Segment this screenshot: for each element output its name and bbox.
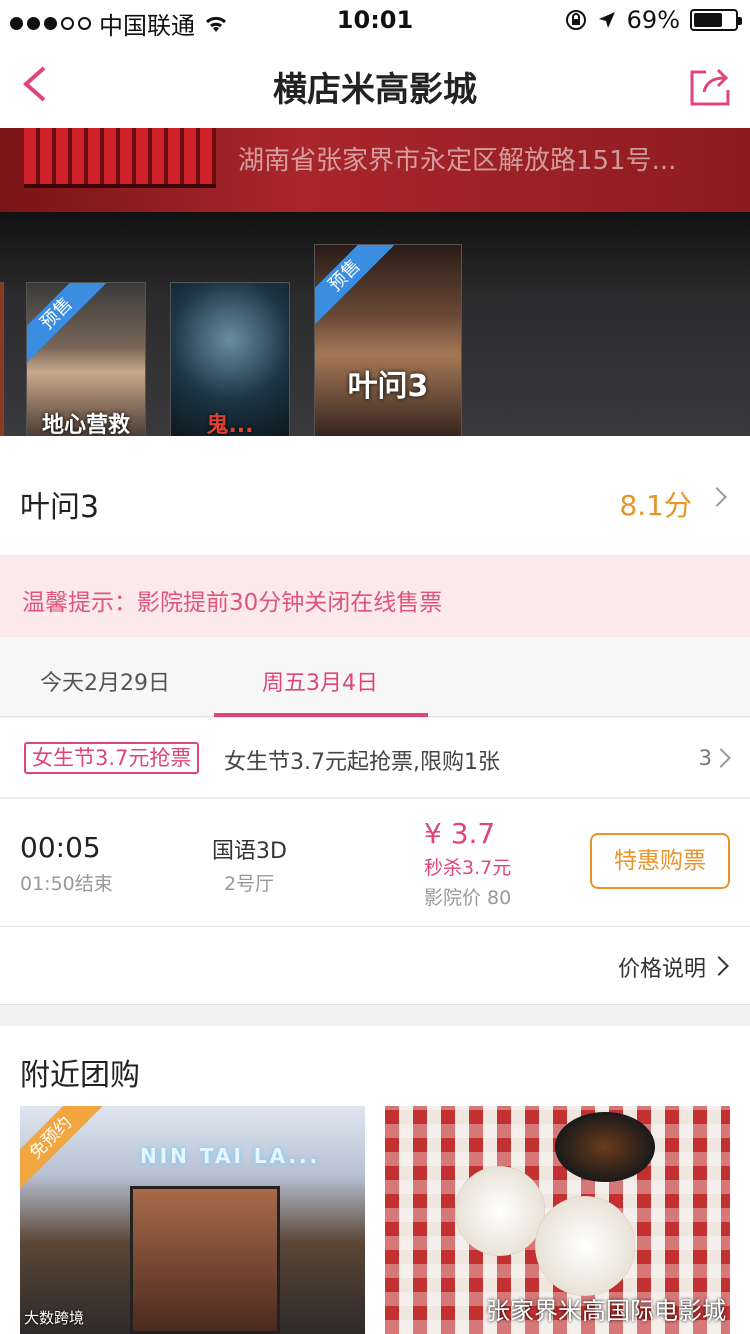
poster-strip[interactable]: 预售 地心营救 鬼... 预售 叶问3 [0, 212, 750, 436]
poster-title: 地心营救 [41, 413, 130, 436]
date-tabs: 今天2月29日 周五3月4日 [0, 637, 750, 717]
location-arrow-icon [598, 12, 615, 28]
movie-name: 叶问3 [20, 490, 100, 525]
active-tab-indicator [214, 713, 428, 717]
showtime-row[interactable]: 00:05 01:50结束 国语3D 2号厅 ¥ 3.7 秒杀3.7元 影院价 … [0, 799, 750, 927]
nearby-deals-section: 附近团购 NIN TAI LA... 免预约 大数跨境 张家界米高国际电影城 [0, 1026, 750, 1334]
price-explain-row[interactable]: 价格说明 [0, 927, 750, 1005]
poster-edge[interactable] [0, 282, 4, 436]
buy-ticket-button[interactable]: 特惠购票 [590, 833, 730, 889]
movie-score: 8.1分 [619, 489, 692, 522]
presale-ribbon: 预售 [27, 283, 109, 366]
notice-text: 温馨提示：影院提前30分钟关闭在线售票 [22, 590, 443, 616]
chevron-right-icon [707, 487, 727, 507]
poster-title: 鬼... [206, 413, 254, 436]
poster-item[interactable]: 鬼... [170, 282, 290, 436]
poster-title: 叶问3 [347, 369, 429, 404]
showtime-language: 国语3D [212, 839, 287, 864]
battery-icon [690, 9, 742, 31]
status-right: 69% [565, 6, 742, 34]
rotation-lock-icon [565, 10, 586, 30]
poster-item-selected[interactable]: 预售 叶问3 [314, 244, 462, 436]
no-reservation-badge: 免预约 [20, 1106, 107, 1194]
tab-today[interactable]: 今天2月29日 [40, 665, 170, 697]
promo-row[interactable]: 女生节3.7元抢票 女生节3.7元起抢票,限购1张 3 [0, 718, 750, 798]
cinema-address: 湖南省张家界市永定区解放路151号... [238, 146, 677, 176]
promo-count: 3 [698, 746, 712, 770]
movie-info-row[interactable]: 叶问3 8.1分 [0, 436, 750, 556]
showtime-start: 00:05 [20, 831, 101, 864]
shop-sign: NIN TAI LA... [140, 1144, 321, 1168]
chevron-right-icon [711, 748, 731, 768]
promo-description: 女生节3.7元起抢票,限购1张 [224, 750, 500, 775]
plate-image [455, 1166, 545, 1256]
price-explain-label: 价格说明 [617, 957, 706, 982]
page-title: 横店米高影城 [273, 70, 477, 110]
watermark: 张家界米高国际电影城 [486, 1297, 726, 1325]
battery-percent: 69% [626, 6, 680, 34]
cinema-photo [24, 128, 216, 188]
flash-sale-label: 秒杀3.7元 [424, 857, 512, 879]
hotpot-image [555, 1112, 655, 1182]
chevron-right-icon [709, 956, 729, 976]
section-title: 附近团购 [20, 1058, 140, 1093]
showtime-price: ¥ 3.7 [424, 817, 496, 850]
notice-banner: 温馨提示：影院提前30分钟关闭在线售票 [0, 557, 750, 637]
status-bar: 中国联通 10:01 69% [0, 0, 750, 40]
share-icon [690, 68, 730, 106]
cinema-price: 影院价 80 [424, 887, 512, 909]
share-button[interactable] [688, 64, 732, 108]
showtime-end: 01:50结束 [20, 873, 113, 895]
presale-ribbon: 预售 [315, 245, 397, 328]
showtime-hall: 2号厅 [224, 873, 275, 895]
tab-friday[interactable]: 周五3月4日 [262, 665, 378, 697]
plate-image [535, 1196, 635, 1296]
battery-fill [694, 13, 722, 27]
promo-tag: 女生节3.7元抢票 [24, 742, 200, 774]
poster-item[interactable]: 预售 地心营救 [26, 282, 146, 436]
cinema-banner[interactable]: 湖南省张家界市永定区解放路151号... [0, 128, 750, 212]
nav-bar: 横店米高影城 [0, 40, 750, 128]
